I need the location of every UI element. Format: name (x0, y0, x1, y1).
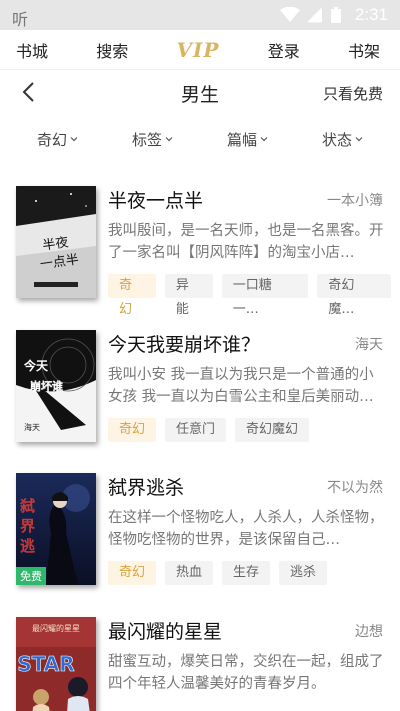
svg-text:海天: 海天 (24, 422, 40, 432)
tag[interactable]: 生存 (222, 561, 271, 585)
book-cover[interactable]: 今天 崩坏谁 海天 (16, 330, 96, 442)
book-title[interactable]: 弑界逃杀 (108, 473, 184, 500)
nav-vip[interactable]: VIP (177, 38, 220, 62)
page-title: 男生 (180, 83, 219, 106)
svg-text:逃: 逃 (20, 537, 35, 555)
chevron-down-icon (355, 137, 363, 142)
svg-text:最闪耀的星星: 最闪耀的星星 (32, 623, 80, 633)
svg-text:今天: 今天 (23, 358, 49, 373)
book-title[interactable]: 最闪耀的星星 (108, 617, 222, 644)
filter-length[interactable]: 篇幅 (227, 129, 268, 150)
tag-list: 奇幻 任意门 奇幻魔幻 (108, 418, 318, 442)
list-item[interactable]: 弑 界 逃 免费 弑界逃杀 不以为然 在这样一个怪物吃人，人杀人，人杀怪物，怪物… (0, 473, 400, 597)
tag[interactable]: 奇幻 (108, 418, 157, 442)
chevron-down-icon (70, 137, 78, 142)
tag[interactable]: 一口糖一… (221, 274, 309, 317)
chevron-down-icon (260, 137, 268, 142)
book-cover[interactable]: 半夜 一点半 (16, 186, 96, 298)
status-bar: 听 2:31 (0, 0, 400, 30)
book-description: 甜蜜互动，爆笑日常，交织在一起，组成了四个年轻人温馨美好的青春岁月。 (108, 654, 384, 692)
list-item[interactable]: 半夜 一点半 半夜一点半 一本小簿 我叫殷间，是一名天师，也是一名黑客。开了一家… (0, 186, 400, 317)
tag[interactable]: 逃杀 (279, 561, 328, 585)
clock: 2:31 (354, 5, 388, 24)
book-author: 一本小簿 (327, 193, 383, 209)
filter-status[interactable]: 状态 (322, 129, 363, 150)
filter-genre[interactable]: 奇幻 (37, 129, 78, 150)
tag[interactable]: 奇幻魔幻 (235, 418, 310, 442)
tag[interactable]: 奇幻 (108, 561, 157, 585)
list-item[interactable]: 今天 崩坏谁 海天 今天我要崩坏谁？ 海天 我叫小安 我一直以为我只是一个普通的… (0, 330, 400, 454)
signal-icon (308, 7, 322, 23)
book-author: 海天 (355, 337, 383, 353)
book-description: 我叫小安 我一直以为我只是一个普通的小女孩 我一直以为白雪公主和皇后美丽动… (108, 367, 374, 405)
book-cover[interactable]: 最闪耀的星星 STAR (16, 617, 96, 711)
tag[interactable]: 奇幻魔… (317, 274, 392, 317)
title-bar: 男生 只看免费 (0, 70, 400, 116)
book-author: 边想 (355, 624, 383, 640)
svg-text:STAR: STAR (17, 652, 74, 676)
filter-tags[interactable]: 标签 (132, 129, 173, 150)
book-description: 我叫殷间，是一名天师，也是一名黑客。开了一家名叫【阴风阵阵】的淘宝小店… (108, 223, 384, 261)
svg-text:崩坏谁: 崩坏谁 (30, 379, 63, 393)
book-title[interactable]: 今天我要崩坏谁？ (108, 330, 260, 357)
tag[interactable]: 奇幻 (108, 274, 156, 317)
battery-icon (331, 7, 341, 23)
book-title[interactable]: 半夜一点半 (108, 186, 203, 213)
book-cover[interactable]: 弑 界 逃 免费 (16, 473, 96, 585)
tag[interactable]: 任意门 (165, 418, 227, 442)
tag-list: 奇幻 异能 一口糖一… 奇幻魔… (108, 274, 400, 317)
tag[interactable]: 异能 (164, 274, 213, 317)
back-arrow-icon[interactable] (18, 80, 42, 104)
free-only-toggle[interactable]: 只看免费 (323, 83, 383, 104)
nav-bookshelf[interactable]: 书架 (348, 38, 380, 62)
app-notification-icon: 听 (12, 10, 29, 29)
free-badge: 免费 (16, 567, 46, 585)
nav-login[interactable]: 登录 (268, 38, 300, 62)
svg-text:弑: 弑 (19, 497, 35, 515)
book-author: 不以为然 (327, 480, 383, 496)
tag[interactable]: 热血 (165, 561, 214, 585)
chevron-down-icon (165, 137, 173, 142)
wifi-icon (280, 7, 300, 22)
book-description: 在这样一个怪物吃人，人杀人，人杀怪物，怪物吃怪物的世界，是该保留自己… (108, 510, 384, 548)
top-nav: 书城 搜索 VIP 登录 书架 (0, 30, 400, 70)
tag-list: 奇幻 热血 生存 逃杀 (108, 561, 336, 585)
filter-bar: 奇幻 标签 篇幅 状态 (0, 116, 400, 162)
list-item[interactable]: 最闪耀的星星 STAR 最闪耀的星星 边想 甜蜜互动，爆笑日常，交织在一起，组成… (0, 617, 400, 711)
nav-bookstore[interactable]: 书城 (16, 38, 48, 62)
svg-text:界: 界 (20, 517, 35, 535)
nav-search[interactable]: 搜索 (96, 38, 128, 62)
